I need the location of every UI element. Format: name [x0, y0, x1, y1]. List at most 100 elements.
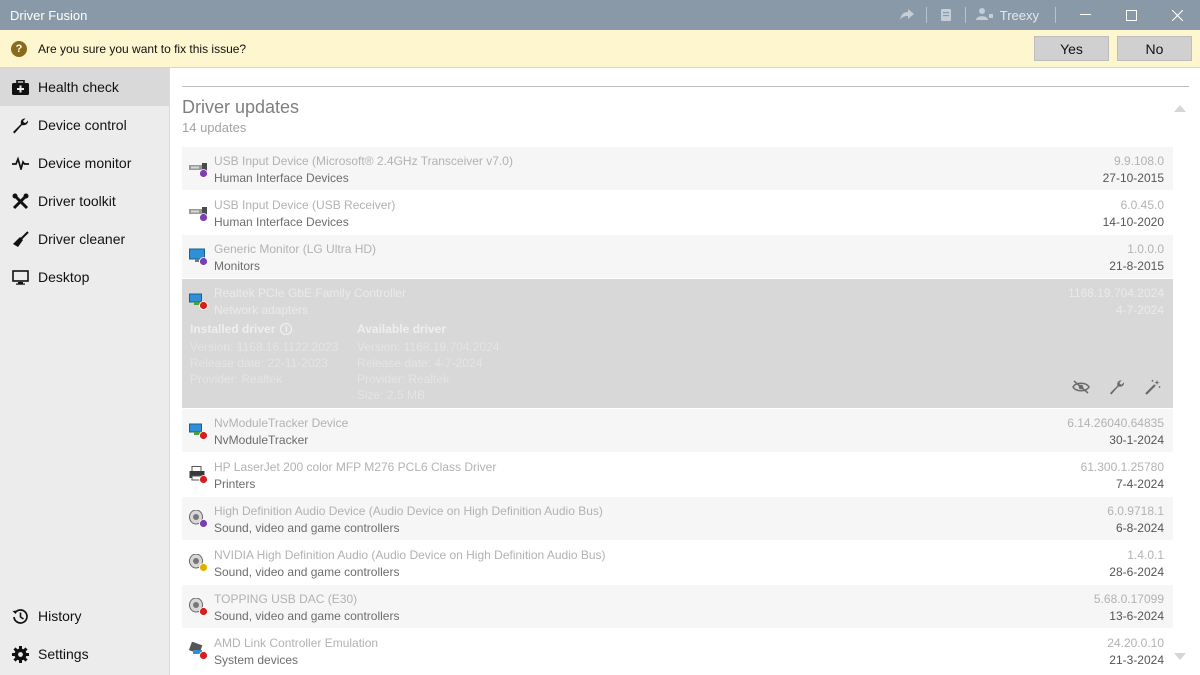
driver-date: 30-1-2024 [1109, 433, 1164, 447]
confirm-bar: ? Are you sure you want to fix this issu… [0, 30, 1200, 68]
title-separator [964, 7, 966, 23]
sidebar-item-settings[interactable]: Settings [0, 635, 170, 673]
status-dot [199, 607, 208, 616]
sidebar-item-driver-cleaner[interactable]: Driver cleaner [0, 220, 169, 258]
table-row[interactable]: High Definition Audio Device (Audio Devi… [182, 497, 1173, 541]
wrench-icon [11, 116, 29, 134]
sidebar-item-health-check[interactable]: Health check [0, 68, 169, 106]
sidebar: Health check Device control Device monit… [0, 68, 170, 675]
sidebar-item-label: Settings [38, 646, 89, 662]
driver-version: 1.0.0.0 [1127, 242, 1164, 256]
minimize-button[interactable] [1062, 0, 1108, 30]
driver-version: 6.0.45.0 [1120, 198, 1164, 212]
sidebar-item-label: History [38, 608, 82, 624]
status-dot [199, 169, 208, 178]
driver-version: 24.20.0.10 [1107, 636, 1164, 650]
title-separator [1055, 7, 1056, 23]
section-divider [182, 86, 1189, 87]
status-dot [199, 257, 208, 266]
main-panel: Driver updates 14 updates USB Input Devi… [171, 68, 1200, 675]
notes-icon[interactable] [933, 0, 959, 30]
table-row[interactable]: USB Input Device (USB Receiver) Human In… [182, 191, 1173, 235]
status-dot [199, 475, 208, 484]
table-row[interactable]: NVIDIA High Definition Audio (Audio Devi… [182, 541, 1173, 585]
window-title: Driver Fusion [10, 7, 88, 23]
maximize-button[interactable] [1108, 0, 1154, 30]
user-account[interactable]: Treexy [972, 7, 1049, 24]
device-category: Network adapters [214, 303, 309, 317]
history-icon [11, 607, 29, 625]
speaker-icon [189, 553, 209, 572]
device-category: Human Interface Devices [214, 171, 349, 185]
title-separator [925, 7, 927, 23]
available-provider: Provider: Realtek [357, 372, 450, 386]
hide-icon[interactable] [1071, 378, 1091, 396]
status-dot [199, 651, 208, 660]
network-icon [189, 292, 209, 310]
table-row-expanded[interactable]: Realtek PCIe GbE Family Controller Netwo… [182, 279, 1173, 409]
driver-version: 6.0.9718.1 [1107, 504, 1164, 518]
device-category: System devices [214, 653, 299, 667]
sidebar-item-desktop[interactable]: Desktop [0, 258, 169, 296]
yes-button[interactable]: Yes [1034, 36, 1109, 61]
driver-version: 1.4.0.1 [1127, 548, 1164, 562]
sidebar-bottom: History Settings [0, 597, 170, 673]
driver-date: 4-7-2024 [1115, 303, 1164, 317]
question-icon: ? [11, 40, 27, 57]
status-dot [199, 301, 208, 310]
table-row[interactable]: AMD Link Controller Emulation System dev… [182, 629, 1173, 673]
device-name: NvModuleTracker Device [214, 416, 349, 430]
device-name: TOPPING USB DAC (E30) [214, 592, 358, 606]
sidebar-item-device-monitor[interactable]: Device monitor [0, 144, 169, 182]
sidebar-item-driver-toolkit[interactable]: Driver toolkit [0, 182, 169, 220]
driver-date: 6-8-2024 [1115, 521, 1164, 535]
table-row[interactable]: Generic Monitor (LG Ultra HD) Monitors 1… [182, 235, 1173, 279]
table-row[interactable]: USB Input Device (Microsoft® 2.4GHz Tran… [182, 147, 1173, 191]
wrench-icon[interactable] [1107, 378, 1127, 396]
table-row[interactable]: TOPPING USB DAC (E30) Sound, video and g… [182, 585, 1173, 629]
sidebar-item-device-control[interactable]: Device control [0, 106, 169, 144]
driver-date: 13-6-2024 [1109, 609, 1164, 623]
device-name: High Definition Audio Device (Audio Devi… [214, 504, 603, 518]
driver-date: 21-3-2024 [1109, 653, 1164, 667]
share-icon[interactable] [894, 0, 920, 30]
network-icon [189, 422, 209, 440]
device-name: USB Input Device (USB Receiver) [214, 198, 396, 212]
driver-date: 14-10-2020 [1102, 215, 1164, 229]
device-name: HP LaserJet 200 color MFP M276 PCL6 Clas… [214, 460, 497, 474]
driver-date: 21-8-2015 [1109, 259, 1164, 273]
available-release-date: Release date: 4-7-2024 [357, 356, 483, 370]
device-category: Sound, video and game controllers [214, 609, 400, 623]
driver-date: 7-4-2024 [1115, 477, 1164, 491]
sidebar-item-history[interactable]: History [0, 597, 170, 635]
confirm-message: Are you sure you want to fix this issue? [38, 41, 247, 56]
update-count: 14 updates [182, 120, 247, 135]
installed-release-date: Release date: 22-11-2023 [190, 356, 328, 370]
no-button[interactable]: No [1117, 36, 1192, 61]
sidebar-item-label: Driver toolkit [38, 193, 116, 209]
driver-update-list: USB Input Device (Microsoft® 2.4GHz Tran… [182, 147, 1173, 673]
status-dot [199, 563, 208, 572]
close-button[interactable] [1154, 0, 1200, 30]
pulse-icon [11, 154, 29, 172]
usb-icon [189, 160, 209, 178]
user-icon [975, 7, 994, 24]
table-row[interactable]: HP LaserJet 200 color MFP M276 PCL6 Clas… [182, 453, 1173, 497]
medkit-icon [11, 78, 29, 96]
section-title: Driver updates [182, 97, 300, 117]
installed-driver-heading: Installed driver [190, 322, 276, 336]
user-name: Treexy [999, 7, 1039, 23]
table-row[interactable]: NvModuleTracker Device NvModuleTracker 6… [182, 409, 1173, 453]
driver-version: 9.9.108.0 [1113, 154, 1164, 168]
monitor-icon [189, 248, 209, 266]
magic-wand-icon[interactable] [1143, 378, 1163, 396]
status-dot [199, 519, 208, 528]
tools-icon [11, 192, 29, 210]
device-name: AMD Link Controller Emulation [214, 636, 379, 650]
sidebar-item-label: Device monitor [38, 155, 132, 171]
collapse-up-icon[interactable] [1174, 100, 1186, 115]
device-category: NvModuleTracker [214, 433, 309, 447]
device-name: Realtek PCIe GbE Family Controller [214, 286, 407, 300]
info-icon[interactable]: i [280, 323, 293, 335]
scroll-down-icon[interactable] [1174, 648, 1186, 663]
